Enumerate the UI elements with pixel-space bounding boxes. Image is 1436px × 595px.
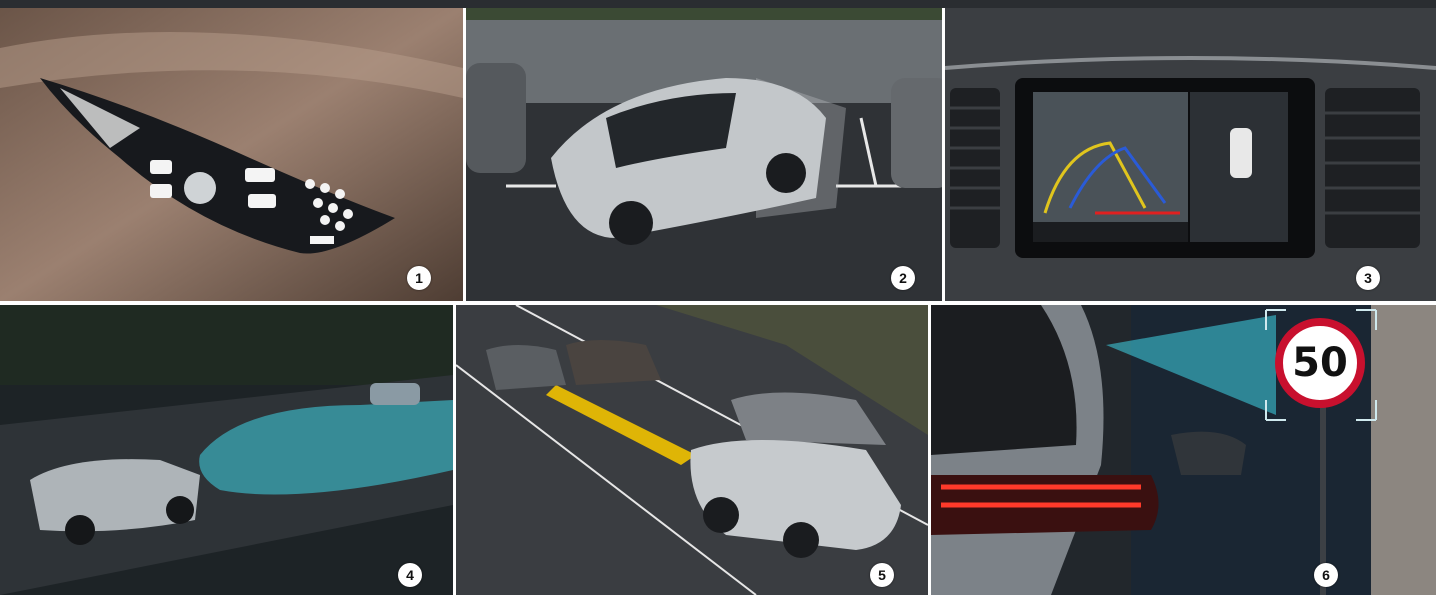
speed-limit-sign: 50 [1275,318,1365,408]
panel-number-badge: 3 [1356,266,1380,290]
panel-speed-sign: 50 6 [931,305,1436,595]
lane-keeping-image [456,305,928,595]
panel-number-badge: 4 [398,563,422,587]
speed-limit-value: 50 [1292,340,1348,386]
headlamp-image [0,8,463,301]
panel-rear-camera: 3 [945,8,1436,301]
panel-parking: 2 [466,8,942,301]
panel-high-beam: 4 [0,305,453,595]
panel-number-badge: 1 [407,266,431,290]
parking-image [466,8,942,301]
panel-headlamp: 1 [0,8,463,301]
top-bar [0,0,1436,8]
infotainment-image [945,8,1436,301]
panel-number-badge: 2 [891,266,915,290]
high-beam-image [0,305,453,595]
panel-lane-keeping: 5 [456,305,928,595]
panel-number-badge: 6 [1314,563,1338,587]
panel-number-badge: 5 [870,563,894,587]
